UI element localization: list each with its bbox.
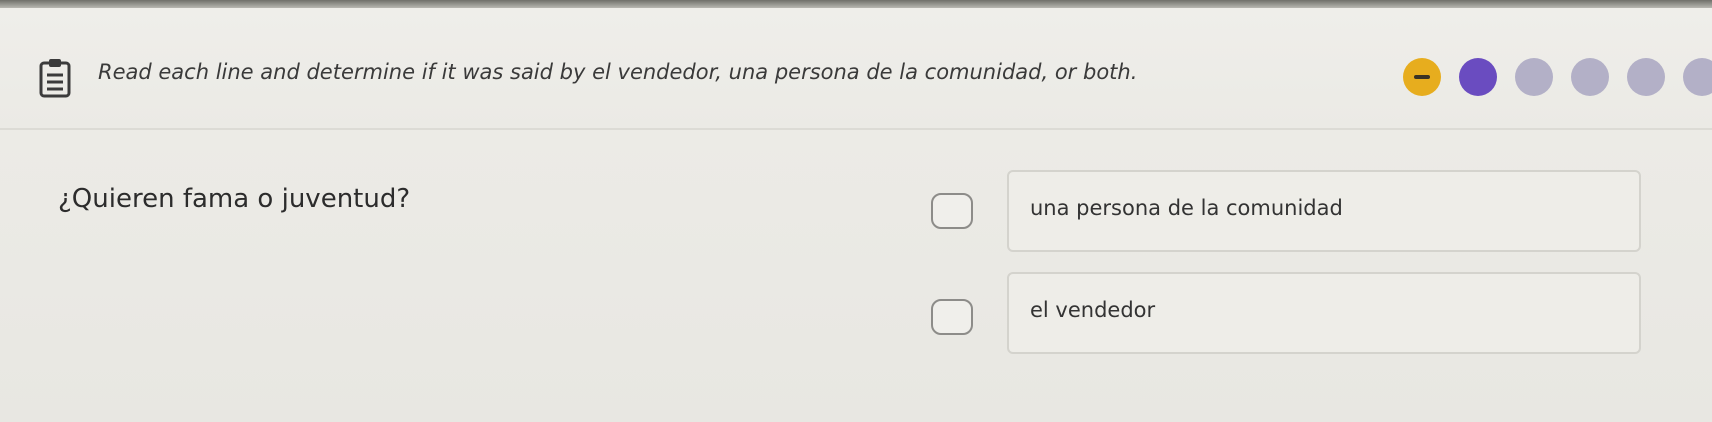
progress-dot-4[interactable] (1571, 58, 1609, 96)
option-radio[interactable] (931, 193, 973, 229)
progress-dot-6[interactable] (1683, 58, 1712, 96)
option-label: el vendedor (1030, 298, 1156, 322)
question-area: ¿Quieren fama o juventud? una persona de… (0, 130, 1712, 422)
progress-dot-3[interactable] (1515, 58, 1553, 96)
question-text: ¿Quieren fama o juventud? (58, 184, 411, 214)
instruction-text: Read each line and determine if it was s… (98, 60, 1138, 84)
progress-dot-5[interactable] (1627, 58, 1665, 96)
option-radio[interactable] (931, 299, 973, 335)
clipboard-icon (39, 59, 71, 98)
progress-dots (1403, 57, 1712, 97)
instruction-header: Read each line and determine if it was s… (0, 8, 1712, 130)
option-label: una persona de la comunidad (1030, 196, 1343, 220)
screen-bezel (0, 0, 1712, 8)
progress-dot-1[interactable] (1403, 58, 1441, 96)
progress-dot-2[interactable] (1459, 58, 1497, 96)
